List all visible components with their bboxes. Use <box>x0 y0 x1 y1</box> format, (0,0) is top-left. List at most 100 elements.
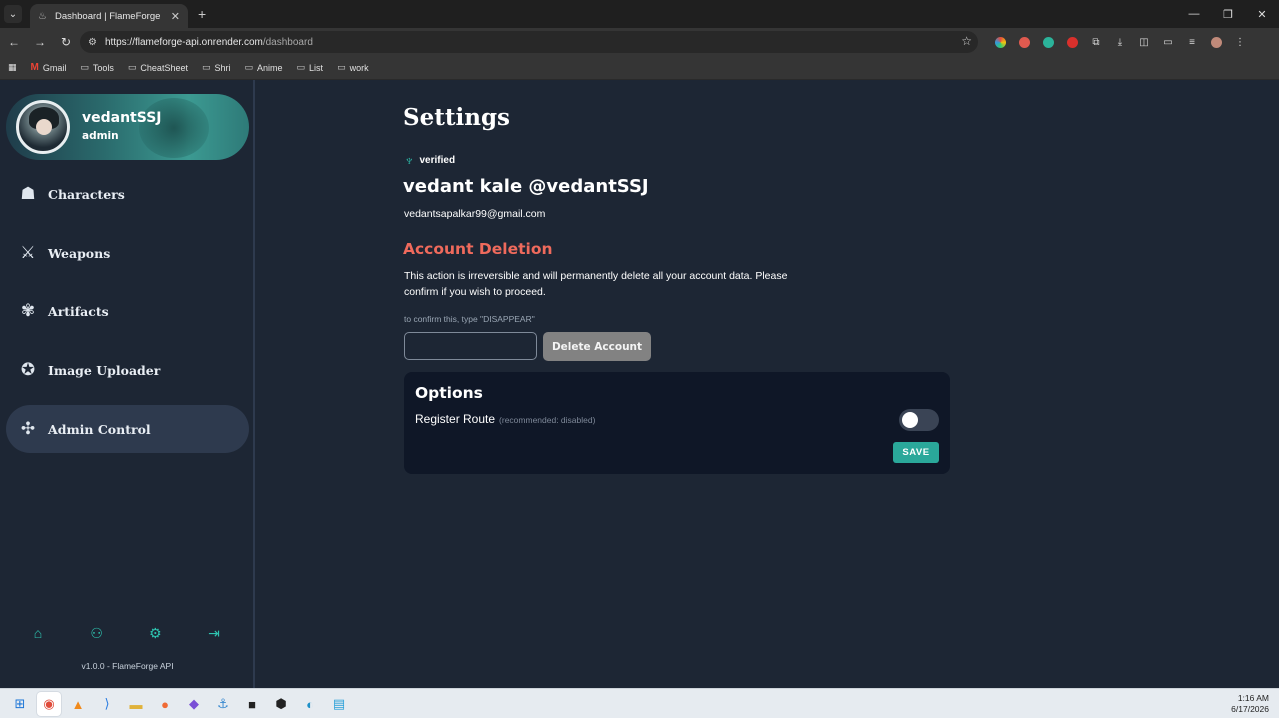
delete-account-button[interactable]: Delete Account <box>543 332 651 361</box>
back-icon[interactable]: ← <box>2 30 26 54</box>
uploader-icon: ✪ <box>20 360 36 379</box>
bookmark-gmail[interactable]: M Gmail <box>31 62 67 73</box>
postman-icon[interactable]: ● <box>153 692 177 716</box>
profile-role: admin <box>82 130 119 142</box>
restore-icon[interactable]: ❐ <box>1211 0 1245 28</box>
sidebar: vedantSSJ admin ☗ Characters ⚔ Weapons ✾… <box>0 80 255 688</box>
artifact-icon: ✾ <box>20 301 36 320</box>
taskbar-clock[interactable]: 1:16 AM 6/17/2026 <box>1231 693 1269 715</box>
users-icon[interactable]: ⚇ <box>85 623 109 643</box>
clock-time: 1:16 AM <box>1237 693 1269 703</box>
home-icon[interactable]: ⌂ <box>26 623 50 643</box>
sidebar-footer-icons: ⌂ ⚇ ⚙ ⇥ <box>26 623 226 643</box>
version-text: v1.0.0 - FlameForge API <box>81 661 174 671</box>
extension-paint-icon[interactable] <box>1014 32 1034 52</box>
vscode-icon[interactable]: ⟩ <box>95 692 119 716</box>
folder-icon: ▭ <box>337 62 346 72</box>
minimize-icon[interactable]: — <box>1177 0 1211 28</box>
bookmark-tools[interactable]: ▭ Tools <box>80 62 114 73</box>
address-bar-row: ← → ↻ ⚙ https://flameforge-api.onrender.… <box>0 28 1279 56</box>
sidebar-item-label: Artifacts <box>48 303 109 319</box>
obsidian-icon[interactable]: ◆ <box>182 692 206 716</box>
register-route-note: (recommended: disabled) <box>499 415 596 425</box>
confirm-hint: to confirm this, type "DISAPPEAR" <box>404 314 535 324</box>
register-route-label: Register Route <box>415 412 496 426</box>
folder-icon: ▭ <box>296 62 306 72</box>
extension-block-icon[interactable] <box>1062 32 1082 52</box>
sidebar-item-image-uploader[interactable]: ✪ Image Uploader <box>6 346 249 394</box>
screenshot-icon[interactable]: ◫ <box>1134 32 1154 52</box>
sidebar-item-characters[interactable]: ☗ Characters <box>6 170 249 218</box>
download-icon[interactable]: ⤓ <box>1110 32 1130 52</box>
sidebar-item-label: Characters <box>48 186 125 202</box>
bookmark-list[interactable]: ▭ List <box>297 62 324 73</box>
confirm-input[interactable] <box>404 332 537 360</box>
user-email: vedantsapalkar99@gmail.com <box>404 208 546 220</box>
menu-dots-icon[interactable]: ⋮ <box>1230 32 1250 52</box>
character-icon: ☗ <box>20 184 36 203</box>
extensions-puzzle-icon[interactable]: ⧉ <box>1086 32 1106 52</box>
taskbar-apps: ⊞ ◉ ▲ ⟩ ▬ ● ◆ ⚓ ■ ⬢ ◐ ▤ <box>8 692 351 716</box>
windows-start-icon[interactable]: ⊞ <box>8 692 32 716</box>
extension-c-icon[interactable] <box>1038 32 1058 52</box>
new-tab-icon[interactable]: + <box>198 6 206 22</box>
register-route-row: Register Route (recommended: disabled) <box>415 412 595 426</box>
site-info-icon[interactable]: ⚙ <box>88 37 97 48</box>
admin-icon: ✣ <box>20 419 36 438</box>
verified-icon: ♆ <box>404 152 415 168</box>
tab-close-icon[interactable]: ✕ <box>171 10 180 23</box>
extension-color-icon[interactable] <box>990 32 1010 52</box>
bookmark-shri[interactable]: ▭ Shri <box>202 62 231 73</box>
github-desktop-icon[interactable]: ⬢ <box>269 692 293 716</box>
register-route-toggle[interactable] <box>899 409 939 431</box>
sidebar-item-label: Image Uploader <box>48 362 161 378</box>
tab-title: Dashboard | FlameForge <box>54 10 161 22</box>
account-deletion-title: Account Deletion <box>403 240 553 258</box>
logout-icon[interactable]: ⇥ <box>202 623 226 643</box>
windows-taskbar: ⊞ ◉ ▲ ⟩ ▬ ● ◆ ⚓ ■ ⬢ ◐ ▤ 1:16 AM 6/17/202… <box>0 688 1279 718</box>
file-explorer-icon[interactable]: ▬ <box>124 692 148 716</box>
webstorm-icon[interactable]: ■ <box>240 692 264 716</box>
sidepanel-icon[interactable]: ▭ <box>1158 32 1178 52</box>
bookmark-star-icon[interactable]: ☆ <box>961 34 972 48</box>
save-button[interactable]: SAVE <box>893 442 939 463</box>
browser-tab[interactable]: ♨ Dashboard | FlameForge ✕ <box>30 4 188 28</box>
reload-icon[interactable]: ↻ <box>54 30 78 54</box>
sword-icon: ⚔ <box>20 243 36 262</box>
bookmark-anime[interactable]: ▭ Anime <box>245 62 283 73</box>
gear-icon[interactable]: ⚙ <box>143 623 167 643</box>
browser-tab-bar: ⌄ ♨ Dashboard | FlameForge ✕ + — ❐ ✕ <box>0 0 1279 28</box>
options-panel: Options Register Route (recommended: dis… <box>404 372 950 474</box>
sidebar-item-weapons[interactable]: ⚔ Weapons <box>6 229 249 277</box>
folder-icon: ▭ <box>244 62 254 72</box>
profile-card[interactable]: vedantSSJ admin <box>6 94 249 160</box>
url-input[interactable]: ⚙ https://flameforge-api.onrender.com/da… <box>80 31 978 53</box>
account-deletion-description: This action is irreversible and will per… <box>404 270 788 298</box>
profile-avatar-icon[interactable] <box>1206 32 1226 52</box>
clock-date: 6/17/2026 <box>1231 704 1269 714</box>
apps-grid-icon[interactable]: ▦ <box>8 62 17 73</box>
profile-username: vedantSSJ <box>82 110 162 126</box>
bookmark-cheatsheet[interactable]: ▭ CheatSheet <box>128 62 188 73</box>
sidebar-item-artifacts[interactable]: ✾ Artifacts <box>6 287 249 335</box>
sidebar-item-admin-control[interactable]: ✣ Admin Control <box>6 405 249 453</box>
extensions-row: ⧉ ⤓ ◫ ▭ ≡ ⋮ <box>990 32 1250 52</box>
main-content: Settings ♆ verified vedant kale @vedantS… <box>257 80 1279 688</box>
media-icon[interactable]: ≡ <box>1182 32 1202 52</box>
bookmarks-bar: ▦ M Gmail ▭ Tools ▭ CheatSheet ▭ Shri ▭ Anime… <box>0 56 1279 80</box>
vlc-icon[interactable]: ▲ <box>66 692 90 716</box>
gmail-icon: M <box>30 62 39 73</box>
user-full-name: vedant kale @vedantSSJ <box>403 176 649 197</box>
edge-icon[interactable]: ◐ <box>298 692 322 716</box>
docker-icon[interactable]: ⚓ <box>211 692 235 716</box>
verified-label: verified <box>419 154 456 166</box>
close-window-icon[interactable]: ✕ <box>1245 0 1279 28</box>
folder-icon: ▭ <box>201 62 211 72</box>
sidebar-item-label: Admin Control <box>48 421 151 437</box>
chrome-icon[interactable]: ◉ <box>37 692 61 716</box>
options-title: Options <box>415 384 483 402</box>
tab-search-icon[interactable]: ⌄ <box>4 5 22 23</box>
bookmark-work[interactable]: ▭ work <box>337 62 369 73</box>
forward-icon[interactable]: → <box>28 30 52 54</box>
notepad-icon[interactable]: ▤ <box>327 692 351 716</box>
